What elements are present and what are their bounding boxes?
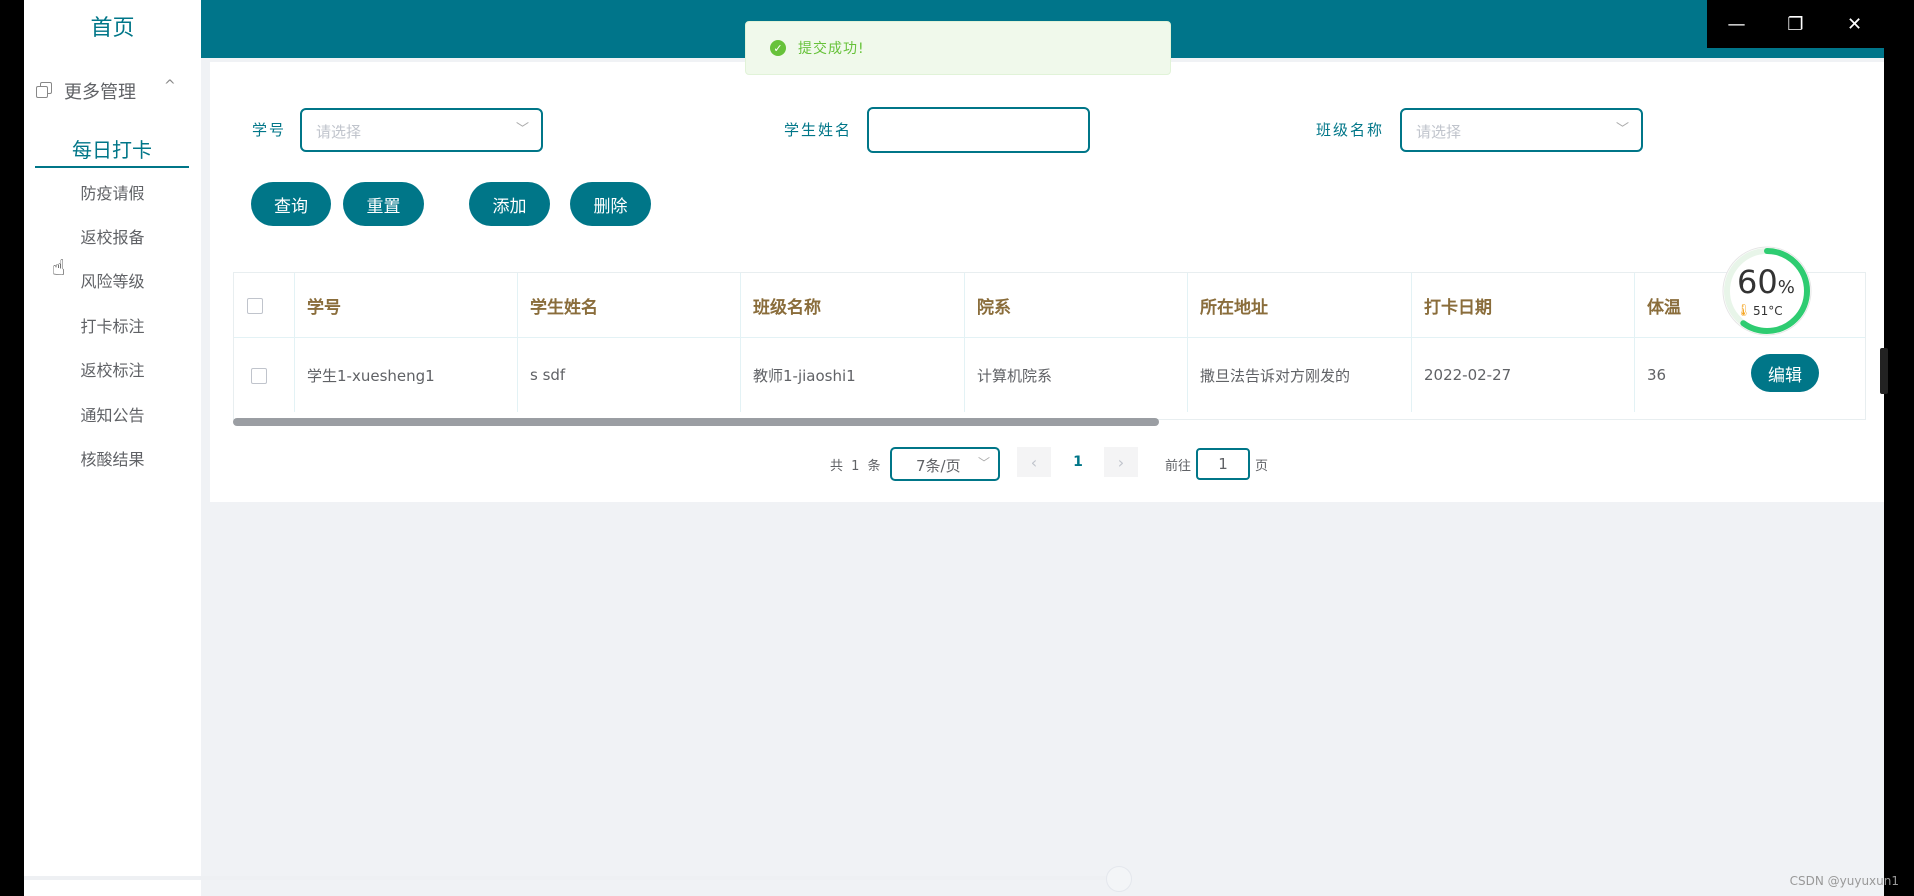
sidebar-item-checkin-mark[interactable]: 打卡标注 [24, 307, 201, 343]
cell-checkin-date: 2022-02-27 [1411, 338, 1634, 412]
bottom-scrollbar[interactable] [24, 876, 1124, 880]
cell-student-name: s sdf [517, 338, 740, 412]
reset-button[interactable]: 重置 [343, 182, 424, 226]
sidebar-item-return-mark[interactable]: 返校标注 [24, 351, 201, 387]
chevron-up-icon[interactable]: ^ [164, 78, 176, 94]
gauge-temperature: 51°C [1753, 304, 1783, 318]
sidebar-item-daily-checkin[interactable]: 每日打卡 [35, 130, 189, 168]
window-controls: — ❐ ✕ [1707, 0, 1884, 48]
class-name-placeholder: 请选择 [1416, 123, 1462, 141]
sidebar-item-return-report[interactable]: 返校报备 [24, 218, 201, 254]
query-button[interactable]: 查询 [251, 182, 331, 226]
page-size-select[interactable]: 7条/页 ﹀ [890, 447, 1000, 481]
next-page-button[interactable]: › [1104, 447, 1138, 477]
table-row: 学生1-xuesheng1 s sdf 教师1-jiaoshi1 计算机院系 撒… [234, 338, 1865, 412]
col-header-student-id[interactable]: 学号 [294, 273, 517, 337]
table-horizontal-scrollbar[interactable] [233, 418, 1159, 426]
close-button[interactable]: ✕ [1825, 0, 1884, 48]
prev-page-button[interactable]: ‹ [1017, 447, 1051, 477]
cell-student-id: 学生1-xuesheng1 [294, 338, 517, 412]
home-link[interactable]: 首页 [24, 0, 201, 52]
col-header-class-name[interactable]: 班级名称 [740, 273, 964, 337]
system-monitor-gauge[interactable]: 60% 🌡 51°C [1719, 243, 1815, 339]
chevron-down-icon: ﹀ [515, 122, 529, 137]
goto-page-input[interactable]: 1 [1196, 448, 1250, 480]
side-handle[interactable] [1880, 348, 1888, 394]
scrollbar-knob[interactable] [1106, 866, 1132, 892]
student-id-placeholder: 请选择 [316, 123, 362, 141]
menu-group-more-management[interactable]: 更多管理 ^ [24, 74, 201, 106]
class-name-label: 班级名称 [1316, 121, 1385, 139]
pagination-total: 共 1 条 [830, 459, 883, 474]
sidebar-item-epidemic-leave[interactable]: 防疫请假 [24, 174, 201, 210]
left-screen-edge [0, 0, 24, 896]
col-header-department[interactable]: 院系 [964, 273, 1187, 337]
col-header-student-name[interactable]: 学生姓名 [517, 273, 740, 337]
chevron-down-icon: ﹀ [977, 456, 990, 470]
row-checkbox[interactable] [251, 368, 267, 384]
add-button[interactable]: 添加 [469, 182, 550, 226]
student-id-label: 学号 [252, 121, 287, 139]
class-name-select[interactable]: 请选择 ﹀ [1400, 108, 1643, 152]
menu-group-label: 更多管理 [64, 82, 136, 103]
check-circle-icon: ✓ [770, 40, 786, 56]
hand-cursor-icon: ☝ [52, 256, 66, 281]
chevron-down-icon: ﹀ [1615, 122, 1629, 137]
sidebar-item-risk-level[interactable]: 风险等级 [24, 262, 201, 298]
cell-temperature: 36 [1634, 338, 1732, 412]
sidebar-item-nucleic-result[interactable]: 核酸结果 [24, 440, 201, 476]
edit-button[interactable]: 编辑 [1751, 354, 1819, 392]
success-toast: ✓ 提交成功! [745, 21, 1171, 75]
gauge-percent: 60% [1737, 263, 1795, 301]
right-screen-edge [1884, 0, 1914, 896]
gauge-percent-sign: % [1777, 277, 1795, 298]
toast-text: 提交成功! [798, 41, 865, 57]
student-id-select[interactable]: 请选择 ﹀ [300, 108, 543, 152]
goto-label: 前往 [1165, 459, 1192, 474]
sidebar: 首页 更多管理 ^ 每日打卡 防疫请假 返校报备 风险等级 打卡标注 返校标注 … [24, 0, 202, 896]
student-name-input[interactable] [867, 107, 1090, 153]
cell-department: 计算机院系 [964, 338, 1187, 412]
col-header-checkin-date[interactable]: 打卡日期 [1411, 273, 1634, 337]
table-header: 学号 学生姓名 班级名称 院系 所在地址 打卡日期 体温 [234, 273, 1865, 338]
minimize-button[interactable]: — [1707, 0, 1766, 48]
data-table: 学号 学生姓名 班级名称 院系 所在地址 打卡日期 体温 学生1-xueshen… [233, 272, 1866, 420]
delete-button[interactable]: 删除 [570, 182, 651, 226]
watermark: CSDN @yuyuxun1 [1789, 874, 1899, 888]
restore-button[interactable]: ❐ [1766, 0, 1825, 48]
col-header-address[interactable]: 所在地址 [1187, 273, 1411, 337]
gauge-percent-value: 60 [1737, 263, 1778, 301]
cell-address: 撒旦法告诉对方刚发的 [1187, 338, 1411, 412]
thermometer-icon: 🌡 [1736, 303, 1752, 317]
cell-class-name: 教师1-jiaoshi1 [740, 338, 964, 412]
page-size-value: 7条/页 [916, 457, 961, 475]
student-name-label: 学生姓名 [784, 121, 853, 139]
page-number-1[interactable]: 1 [1061, 447, 1095, 477]
sidebar-item-notice[interactable]: 通知公告 [24, 396, 201, 432]
page-suffix: 页 [1255, 459, 1269, 474]
copy-icon [36, 82, 52, 98]
select-all-checkbox[interactable] [247, 298, 263, 314]
